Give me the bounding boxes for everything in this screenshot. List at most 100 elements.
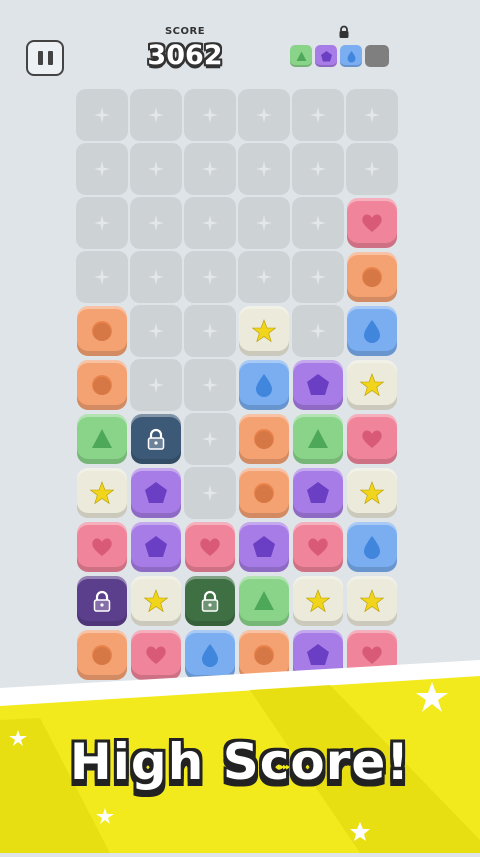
pentagon-icon	[141, 532, 171, 562]
empty-cell	[76, 89, 128, 141]
tile-heart[interactable]	[77, 522, 127, 572]
next-piece-triangle	[290, 45, 312, 67]
hud: SCORE 3062	[0, 0, 480, 90]
heart-icon	[357, 208, 387, 238]
game-board[interactable]	[76, 89, 401, 681]
lock-icon	[141, 424, 171, 454]
empty-cell	[184, 143, 236, 195]
tile-circle[interactable]	[239, 468, 289, 518]
tile-pentagon[interactable]	[293, 468, 343, 518]
tile-drop[interactable]	[239, 360, 289, 410]
empty-cell	[184, 359, 236, 411]
empty-cell	[130, 143, 182, 195]
empty-cell	[238, 197, 290, 249]
pentagon-icon	[141, 478, 171, 508]
next-piece-drop	[340, 45, 362, 67]
lock-icon	[339, 25, 349, 38]
empty-cell	[184, 251, 236, 303]
tile-triangle[interactable]	[77, 414, 127, 464]
lock-icon	[195, 586, 225, 616]
empty-cell	[184, 413, 236, 465]
heart-icon	[357, 424, 387, 454]
drop-icon	[357, 316, 387, 346]
circle-icon	[249, 478, 279, 508]
pentagon-icon	[303, 478, 333, 508]
drop-icon	[357, 532, 387, 562]
star-icon	[87, 478, 117, 508]
empty-cell	[130, 197, 182, 249]
tile-triangle[interactable]	[239, 576, 289, 626]
empty-cell	[184, 467, 236, 519]
circle-icon	[357, 262, 387, 292]
tile-pentagon[interactable]	[131, 468, 181, 518]
tile-pentagon[interactable]	[239, 522, 289, 572]
drop-icon	[347, 50, 355, 62]
tile-star[interactable]	[347, 576, 397, 626]
empty-cell	[184, 305, 236, 357]
empty-cell	[292, 143, 344, 195]
empty-cell	[238, 251, 290, 303]
tile-heart[interactable]	[293, 522, 343, 572]
tile-drop[interactable]	[347, 306, 397, 356]
pentagon-icon	[320, 50, 332, 61]
tile-drop[interactable]	[347, 522, 397, 572]
star-icon	[303, 586, 333, 616]
empty-cell	[130, 305, 182, 357]
triangle-icon	[249, 586, 279, 616]
empty-cell	[292, 89, 344, 141]
empty-cell	[130, 89, 182, 141]
triangle-icon	[303, 424, 333, 454]
tile-star[interactable]	[77, 468, 127, 518]
pentagon-icon	[303, 370, 333, 400]
empty-cell	[76, 197, 128, 249]
empty-cell	[130, 359, 182, 411]
tile-circle[interactable]	[77, 360, 127, 410]
star-icon	[249, 316, 279, 346]
star-icon	[141, 586, 171, 616]
tile-pentagon[interactable]	[131, 522, 181, 572]
heart-icon	[303, 532, 333, 562]
empty-cell	[292, 305, 344, 357]
empty-cell	[76, 251, 128, 303]
tile-star[interactable]	[293, 576, 343, 626]
tile-circle[interactable]	[347, 252, 397, 302]
circle-icon	[87, 316, 117, 346]
empty-cell	[238, 143, 290, 195]
drop-icon	[249, 370, 279, 400]
next-pieces	[290, 45, 389, 67]
empty-cell	[76, 143, 128, 195]
triangle-icon	[87, 424, 117, 454]
tile-heart[interactable]	[347, 414, 397, 464]
star-icon	[357, 478, 387, 508]
heart-icon	[87, 532, 117, 562]
tile-star[interactable]	[347, 468, 397, 518]
high-score-banner: High Score!	[0, 660, 480, 853]
tile-heart[interactable]	[185, 522, 235, 572]
empty-cell	[184, 197, 236, 249]
tile-circle[interactable]	[239, 414, 289, 464]
locked-tile-lock[interactable]	[131, 414, 181, 464]
locked-tile-lock[interactable]	[77, 576, 127, 626]
tile-heart[interactable]	[347, 198, 397, 248]
tile-star[interactable]	[131, 576, 181, 626]
tile-pentagon[interactable]	[293, 360, 343, 410]
empty-cell	[130, 251, 182, 303]
heart-icon	[195, 532, 225, 562]
tile-triangle[interactable]	[293, 414, 343, 464]
star-icon	[357, 586, 387, 616]
star-icon	[357, 370, 387, 400]
lock-icon	[87, 586, 117, 616]
tile-star[interactable]	[239, 306, 289, 356]
tile-circle[interactable]	[77, 306, 127, 356]
triangle-icon	[296, 51, 306, 61]
score-label: SCORE	[164, 26, 206, 37]
empty-cell	[292, 197, 344, 249]
circle-icon	[249, 424, 279, 454]
tile-star[interactable]	[347, 360, 397, 410]
next-piece-pentagon	[315, 45, 337, 67]
circle-icon	[87, 370, 117, 400]
empty-cell	[184, 89, 236, 141]
locked-tile-lock[interactable]	[185, 576, 235, 626]
empty-cell	[346, 89, 398, 141]
empty-cell	[346, 143, 398, 195]
